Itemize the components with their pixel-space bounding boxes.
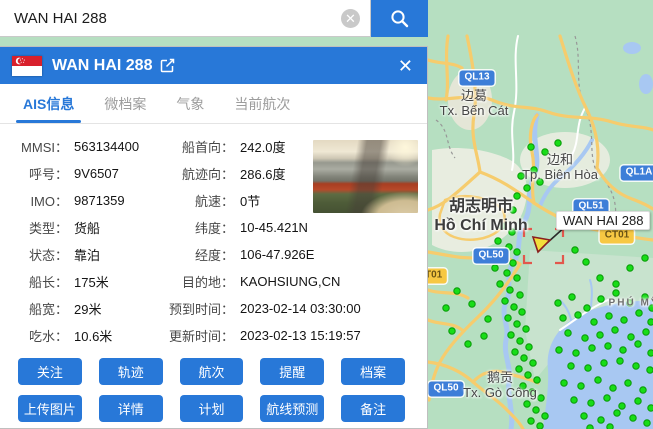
search-button[interactable] [371,0,428,37]
upload-photo-button[interactable]: 上传图片 [18,395,82,422]
search-icon [390,9,409,28]
field-value: 106-47.926E [240,247,314,262]
field-label: IMO： [4,191,68,210]
field-value: 286.6度 [240,164,286,183]
field-mmsi: MMSI： 563134400 [4,133,156,160]
field-updated: 更新时间： 2023-02-13 15:19:57 [156,322,419,349]
remarks-button[interactable]: 备注 [341,395,405,422]
field-length: 船长： 175米 [4,268,156,295]
field-label: MMSI： [4,137,68,156]
ship-photo-thumbnail[interactable] [313,140,418,213]
fields-left: MMSI： 563134400 呼号： 9V6507 IMO： 9871359 类型：… [4,133,156,349]
field-label: 经度： [156,245,234,264]
action-buttons: 关注 轨迹 航次 提醒 档案 上传图片 详情 计划 航线预测 备注 [4,358,419,422]
field-destination: 目的地： KAOHSIUNG,CN [156,268,419,295]
search-input-wrap: ✕ [0,0,371,37]
field-label: 船首向： [156,137,234,156]
field-width: 船宽： 29米 [4,295,156,322]
field-type: 类型： 货船 [4,214,156,241]
field-label: 目的地： [156,272,234,291]
field-value: 0节 [240,191,260,210]
field-label: 状态： [4,245,68,264]
panel-title: WAN HAI 288 [52,57,152,75]
field-label: 更新时间： [156,326,234,345]
field-latitude: 纬度： 10-45.421N [156,214,419,241]
plan-button[interactable]: 计划 [180,395,244,422]
field-value: 29米 [74,299,101,318]
ais-content: MMSI： 563134400 呼号： 9V6507 IMO： 9871359 类型：… [0,124,427,429]
field-label: 类型： [4,218,68,237]
button-row-2: 上传图片 详情 计划 航线预测 备注 [18,395,405,422]
singapore-flag-icon [12,56,42,76]
track-button[interactable]: 轨迹 [99,358,163,385]
field-value: 175米 [74,272,109,291]
map-ship-label[interactable]: WAN HAI 288 [556,211,650,230]
tab-current-voyage[interactable]: 当前航次 [219,84,305,123]
field-value: 货船 [74,218,100,237]
button-row-1: 关注 轨迹 航次 提醒 档案 [18,358,405,385]
field-label: 船宽： [4,299,68,318]
road-badge: QL50 [428,382,463,397]
road-badge: QL13 [459,71,494,86]
alert-button[interactable]: 提醒 [260,358,324,385]
map-city-label: PHÚ MỸ [609,296,653,311]
field-label: 预到时间： [156,299,234,318]
search-input[interactable] [0,0,370,36]
field-imo: IMO： 9871359 [4,187,156,214]
field-value: 9V6507 [74,166,119,181]
road-badge: QL1A [621,166,653,181]
road-badge: QL50 [473,249,508,264]
field-value: 9871359 [74,193,125,208]
search-bar: ✕ [0,0,428,37]
field-label: 纬度： [156,218,234,237]
field-status: 状态： 靠泊 [4,241,156,268]
field-eta: 预到时间： 2023-02-14 03:30:00 [156,295,419,322]
field-label: 航速： [156,191,234,210]
map-city-label: 边和Tp. Biên Hòa [522,152,598,182]
map-city-label: 边葛Tx. Bến Cát [440,88,509,118]
close-icon[interactable]: ✕ [396,55,415,77]
field-value: 2023-02-13 15:19:57 [240,328,361,343]
tab-ais-info[interactable]: AIS信息 [8,84,89,123]
tab-micro-archive[interactable]: 微档案 [89,84,161,123]
archive-button[interactable]: 档案 [341,358,405,385]
voyage-button[interactable]: 航次 [180,358,244,385]
field-label: 呼号： [4,164,68,183]
tab-bar: AIS信息 微档案 气象 当前航次 [0,84,427,124]
map-city-label: 鹅贡Tx. Gò Công [463,370,537,400]
field-value: KAOHSIUNG,CN [240,274,340,289]
field-value: 563134400 [74,139,139,154]
details-button[interactable]: 详情 [99,395,163,422]
follow-button[interactable]: 关注 [18,358,82,385]
route-forecast-button[interactable]: 航线预测 [260,395,324,422]
tab-weather[interactable]: 气象 [161,84,219,123]
clear-icon[interactable]: ✕ [341,9,360,28]
map-city-label: 胡志明市Hồ Chí Minh [434,197,527,235]
field-draught: 吃水： 10.6米 [4,322,156,349]
field-label: 吃水： [4,326,68,345]
field-value: 靠泊 [74,245,100,264]
field-value: 242.0度 [240,137,286,156]
field-callsign: 呼号： 9V6507 [4,160,156,187]
vessel-info-panel: WAN HAI 288 ✕ AIS信息 微档案 气象 当前航次 MMSI： 563… [0,46,428,429]
app-window: QL13QL1AQL51CT01QL50CT01QL50边葛Tx. Bến Cá… [0,0,653,429]
field-longitude: 经度： 106-47.926E [156,241,419,268]
field-value: 2023-02-14 03:30:00 [240,301,361,316]
field-label: 船长： [4,272,68,291]
road-badge: CT01 [600,229,634,244]
field-value: 10.6米 [74,326,112,345]
field-value: 10-45.421N [240,220,308,235]
edit-icon[interactable] [160,58,175,73]
field-label: 航迹向： [156,164,234,183]
panel-header: WAN HAI 288 ✕ [0,47,427,84]
